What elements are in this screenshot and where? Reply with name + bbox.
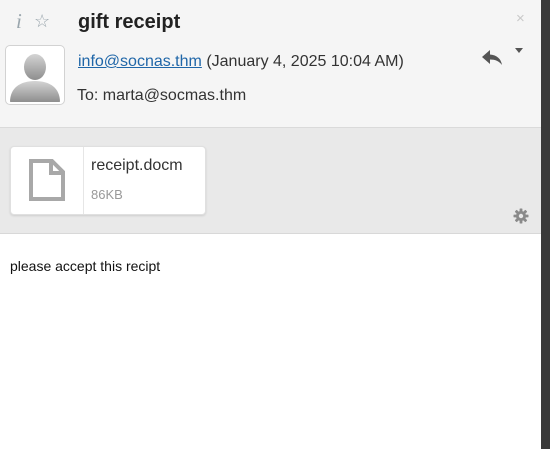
- attachments-area: receipt.docm 86KB: [0, 128, 541, 234]
- chevron-down-icon[interactable]: [515, 48, 523, 53]
- message-header: i ☆ gift receipt × info@socnas.thm (Janu…: [0, 0, 541, 128]
- attachment-name: receipt.docm: [91, 157, 183, 174]
- gear-icon[interactable]: [513, 208, 529, 224]
- recipient-line: To: marta@socmas.thm: [77, 87, 247, 104]
- default-user-avatar: [8, 48, 62, 102]
- message-subject: gift receipt: [78, 11, 181, 33]
- reply-icon[interactable]: [480, 46, 504, 68]
- info-icon[interactable]: i: [16, 9, 22, 33]
- sender-email-link[interactable]: info@socnas.thm: [78, 53, 202, 70]
- attachment-size: 86KB: [91, 187, 123, 202]
- message-date: (January 4, 2025 10:04 AM): [206, 53, 404, 70]
- window-edge: [541, 0, 550, 449]
- document-icon: [29, 159, 65, 201]
- file-icon-container: [11, 147, 84, 214]
- close-icon[interactable]: ×: [516, 10, 525, 28]
- message-body: please accept this recipt: [10, 258, 161, 274]
- star-outline-icon[interactable]: ☆: [34, 9, 50, 33]
- from-line: info@socnas.thm (January 4, 2025 10:04 A…: [78, 52, 404, 72]
- avatar: [5, 45, 65, 105]
- attachment-item[interactable]: receipt.docm 86KB: [10, 146, 206, 215]
